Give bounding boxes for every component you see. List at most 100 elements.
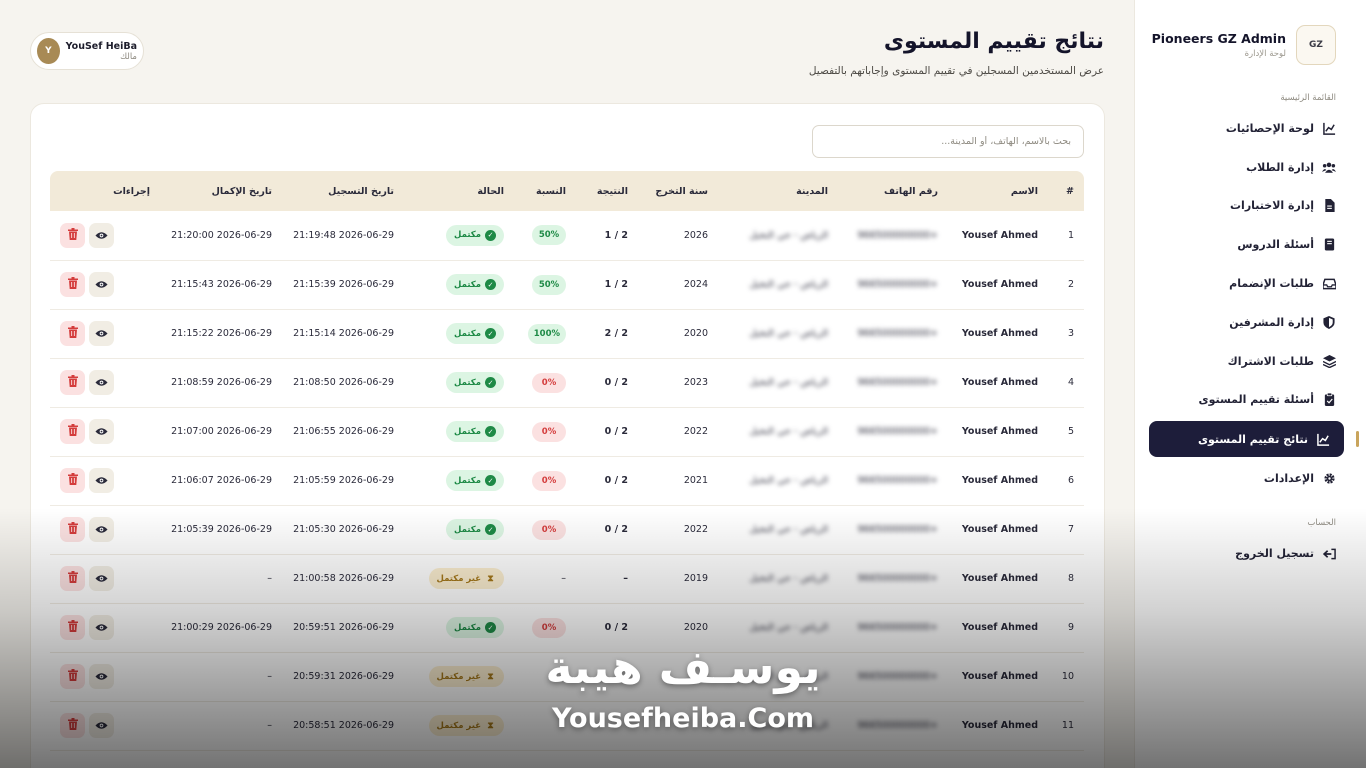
view-button[interactable] [89, 321, 114, 346]
view-button[interactable] [89, 615, 114, 640]
col-percent: النسبة [535, 185, 566, 197]
status-badge: ✓ مكتمل [446, 274, 504, 295]
row-name: Yousef Ahmed [961, 328, 1038, 339]
percent-badge: – [561, 573, 566, 584]
row-city: الرياض - حي النخيل [749, 426, 828, 437]
table-header-row: # الاسم رقم الهاتف المدينة سنة التخرج ال… [50, 171, 1084, 211]
sidebar-item-settings[interactable]: الإعدادات [1135, 459, 1366, 498]
sidebar-item-level-questions[interactable]: أسئلة تقييم المستوى [1135, 381, 1366, 420]
row-grad-year: 2019 [683, 573, 708, 584]
row-actions [50, 456, 160, 505]
view-button[interactable] [89, 419, 114, 444]
row-index: 2 [1067, 279, 1074, 290]
status-label: مكتمل [454, 377, 481, 388]
delete-button[interactable] [60, 419, 85, 444]
row-grad-year: 2024 [683, 279, 708, 290]
row-percent-cell: 50% [514, 260, 576, 309]
trash-icon [67, 424, 78, 439]
row-name: Yousef Ahmed [961, 475, 1038, 486]
delete-button[interactable] [60, 370, 85, 395]
sidebar-item-students[interactable]: إدارة الطلاب [1135, 148, 1366, 187]
row-status-cell: ✓ مكتمل [404, 260, 514, 309]
row-status-cell: ✓ مكتمل [404, 456, 514, 505]
row-status-cell: ✓ مكتمل [404, 309, 514, 358]
sidebar-item-exams[interactable]: إدارة الاختبارات [1135, 187, 1366, 226]
row-name: Yousef Ahmed [961, 279, 1038, 290]
row-grad-year: 2020 [683, 328, 708, 339]
trash-icon [67, 620, 78, 635]
sidebar-item-label: أسئلة تقييم المستوى [1198, 393, 1315, 407]
search-input[interactable] [812, 125, 1084, 158]
check-circle-icon: ✓ [485, 524, 496, 535]
row-phone: +966500000000 [857, 279, 939, 290]
file-icon [1322, 199, 1336, 213]
sidebar-item-supervisors[interactable]: إدارة المشرفين [1135, 303, 1366, 342]
sidebar-item-label: طلبات الاشتراك [1227, 354, 1314, 368]
sidebar-item-lesson-questions[interactable]: أسئلة الدروس [1135, 225, 1366, 264]
row-score: 2 / 1 [604, 229, 628, 241]
row-phone: +966500000000 [857, 229, 939, 241]
row-grad-year: 2023 [683, 377, 708, 388]
percent-badge: 0% [532, 372, 566, 393]
row-registered: 2026-06-29 21:00:58 [293, 573, 394, 584]
col-name: الاسم [1010, 185, 1038, 197]
row-city: الرياض - حي النخيل [749, 524, 828, 535]
row-registered: 2026-06-29 21:05:59 [293, 475, 394, 486]
delete-button[interactable] [60, 615, 85, 640]
row-registered: 2026-06-29 21:19:48 [293, 229, 394, 241]
row-status-cell: ✓ مكتمل [404, 211, 514, 260]
sidebar-item-label: إدارة الاختبارات [1230, 199, 1314, 213]
logout-button[interactable]: تسجيل الخروج [1135, 534, 1366, 573]
delete-button[interactable] [60, 321, 85, 346]
sidebar-item-label: طلبات الإنضمام [1229, 277, 1314, 291]
eye-icon [95, 522, 108, 537]
row-phone: +966500000000 [857, 377, 939, 388]
row-index: 4 [1067, 377, 1074, 388]
status-badge: ✓ مكتمل [446, 323, 504, 344]
row-registered: 2026-06-29 21:15:14 [293, 328, 394, 339]
sidebar-item-label: إدارة الطلاب [1246, 160, 1314, 174]
row-registered: 2026-06-29 21:06:55 [293, 426, 394, 437]
sidebar-item-level-results[interactable]: نتائج تقييم المستوى [1149, 421, 1344, 458]
status-label: مكتمل [454, 475, 481, 486]
delete-button[interactable] [60, 272, 85, 297]
sidebar-item-statistics[interactable]: لوحة الإحصائيات [1135, 109, 1366, 148]
eye-icon [95, 424, 108, 439]
percent-badge: 0% [532, 519, 566, 540]
row-completed: 2026-06-29 21:20:00 [171, 229, 272, 241]
user-menu[interactable]: Y YouSef HeiBa مالك [30, 32, 144, 70]
gear-icon [1322, 472, 1336, 486]
delete-button[interactable] [60, 468, 85, 493]
row-phone: +966500000000 [857, 328, 939, 339]
row-grad-year: 2021 [683, 475, 708, 486]
sidebar-item-subscription-requests[interactable]: طلبات الاشتراك [1135, 342, 1366, 381]
row-index: 8 [1067, 573, 1074, 584]
view-button[interactable] [89, 222, 114, 248]
row-registered: 2026-06-29 21:15:39 [293, 279, 394, 290]
table-row: 2 Yousef Ahmed +966500000000 الرياض - حي ال… [50, 260, 1084, 309]
percent-badge: 100% [527, 323, 566, 344]
sidebar-item-join-requests[interactable]: طلبات الإنضمام [1135, 264, 1366, 303]
check-circle-icon: ✓ [485, 377, 496, 388]
row-name: Yousef Ahmed [961, 524, 1038, 535]
row-percent-cell: 50% [514, 211, 576, 260]
row-score: 2 / 0 [604, 426, 628, 437]
trash-icon [67, 571, 78, 586]
delete-button[interactable] [60, 566, 85, 591]
status-label: مكتمل [454, 328, 481, 339]
col-grad-year: سنة التخرج [655, 185, 708, 197]
watermark-latin: Yousefheiba.Com [551, 703, 815, 734]
row-registered: 2026-06-29 21:08:50 [293, 377, 394, 388]
view-button[interactable] [89, 370, 114, 395]
layers-icon [1322, 354, 1336, 368]
view-button[interactable] [89, 272, 114, 297]
row-actions [50, 260, 160, 309]
view-button[interactable] [89, 517, 114, 542]
delete-button[interactable] [60, 222, 85, 248]
table-row: 7 Yousef Ahmed +966500000000 الرياض - حي ال… [50, 505, 1084, 554]
delete-button[interactable] [60, 517, 85, 542]
view-button[interactable] [89, 566, 114, 591]
view-button[interactable] [89, 468, 114, 493]
trash-icon [67, 375, 78, 390]
status-label: مكتمل [454, 622, 481, 633]
